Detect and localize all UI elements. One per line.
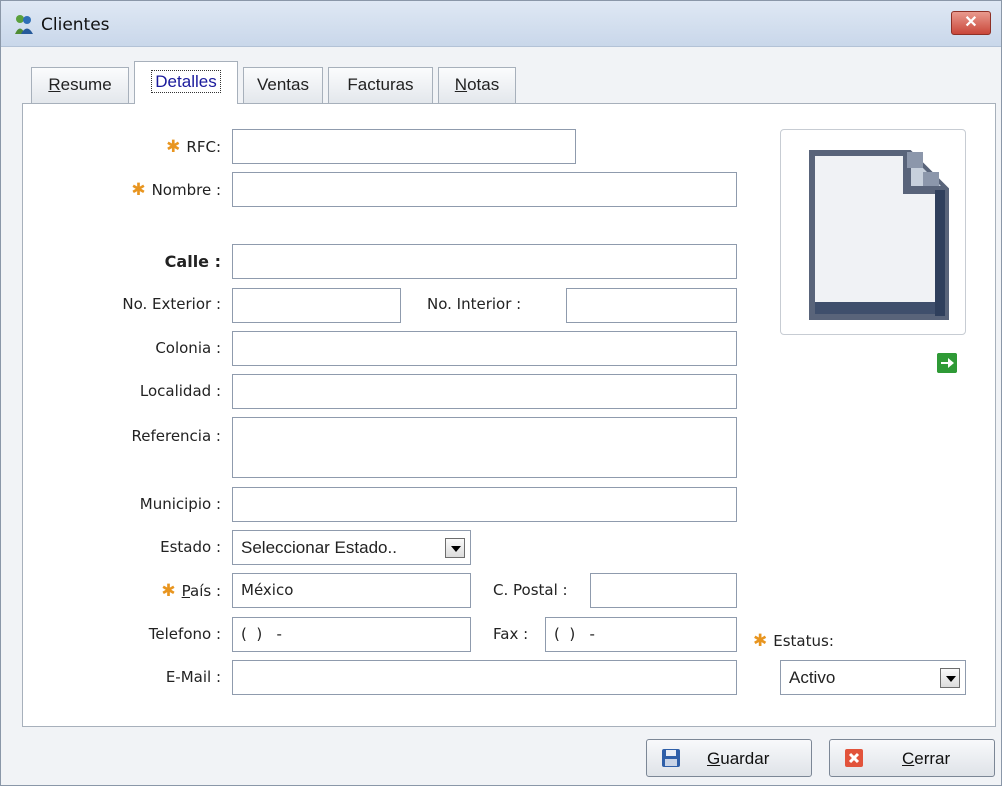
detalles-panel [22, 103, 996, 727]
tab-facturas[interactable]: Facturas [328, 67, 433, 103]
guardar-button[interactable]: Guardar [646, 739, 812, 777]
title-bar: Clientes ✕ [1, 1, 1001, 47]
tab-notas[interactable]: Notas [438, 67, 516, 103]
cerrar-button[interactable]: Cerrar [829, 739, 995, 777]
tab-ventas[interactable]: Ventas [243, 67, 323, 103]
window-title: Clientes [41, 15, 110, 35]
tab-resume[interactable]: Resume [31, 67, 129, 103]
close-icon: ✕ [964, 14, 978, 31]
red-x-icon [845, 749, 863, 767]
tab-detalles[interactable]: Detalles [134, 61, 238, 104]
clientes-window: Clientes ✕ Resume Detalles Ventas Factur… [0, 0, 1002, 786]
window-close-button[interactable]: ✕ [951, 11, 991, 35]
green-arrow-right-icon[interactable] [937, 353, 957, 373]
floppy-disk-icon [662, 749, 680, 767]
clients-icon [15, 15, 33, 34]
